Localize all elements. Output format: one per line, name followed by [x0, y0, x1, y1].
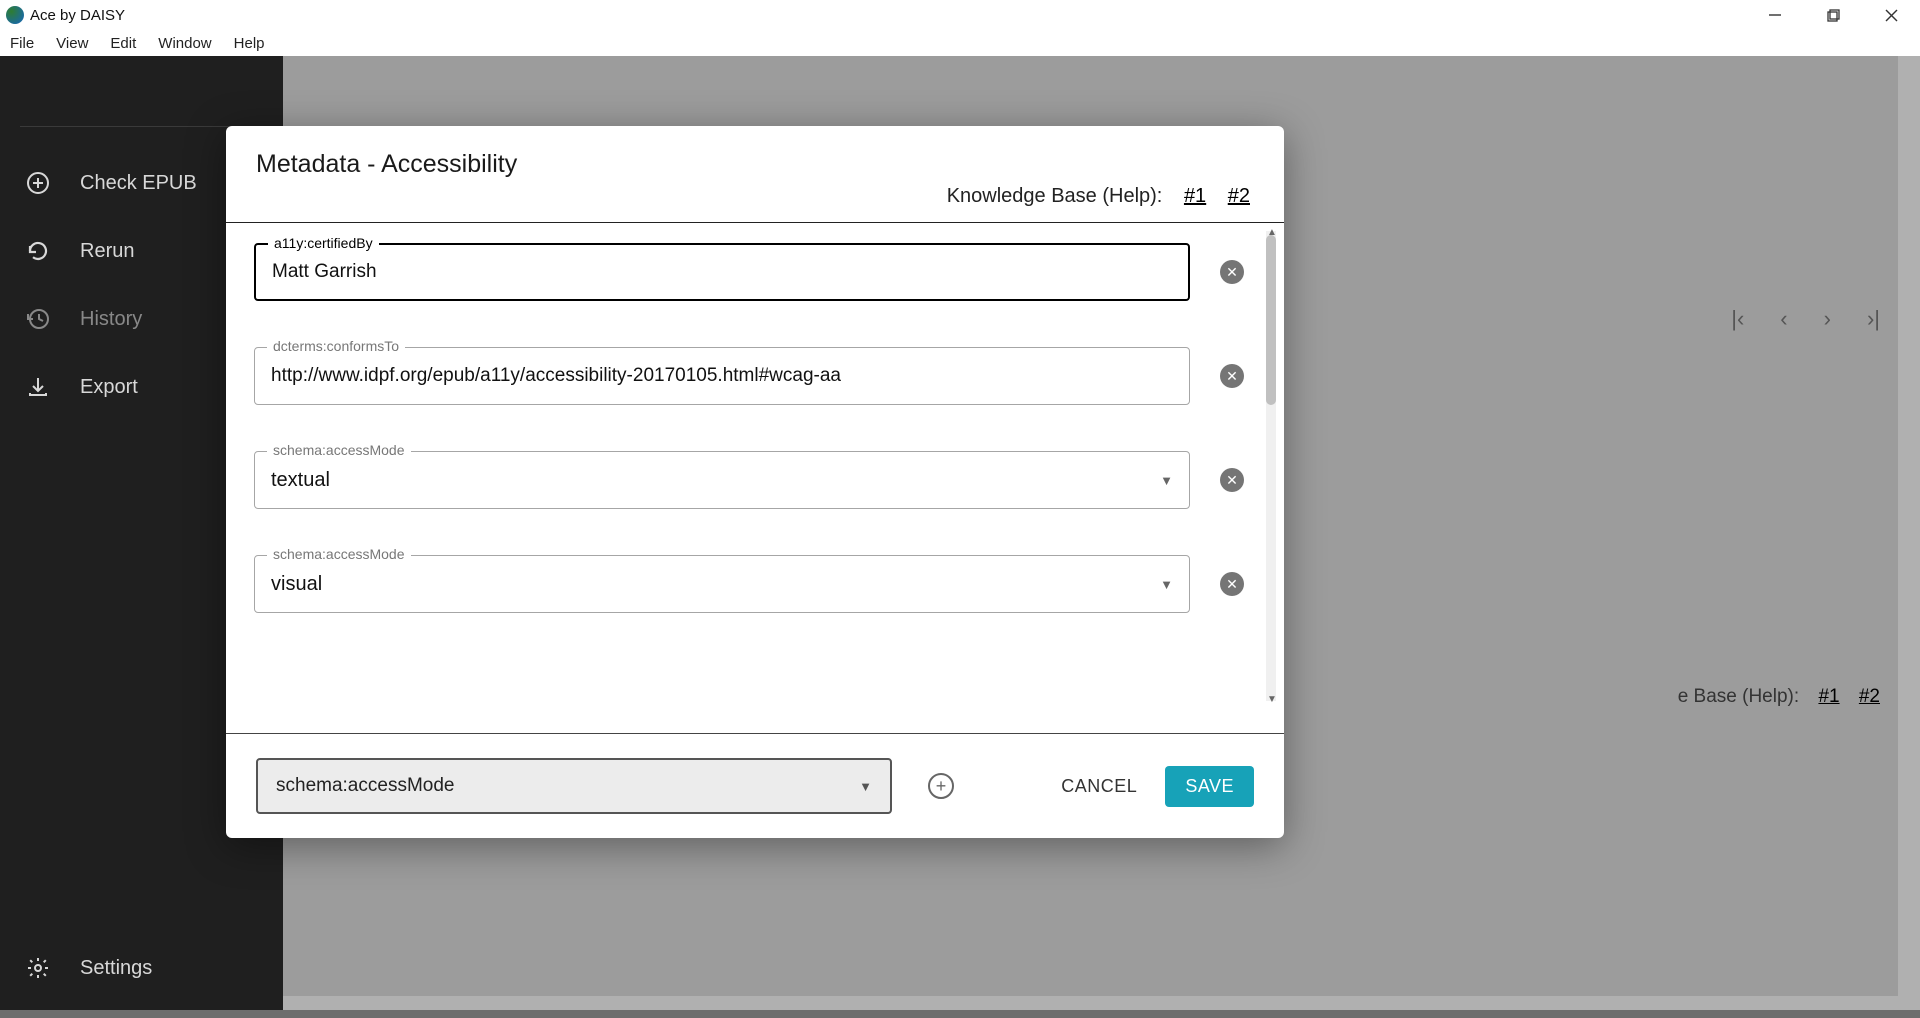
- chevron-down-icon: ▼: [859, 779, 872, 794]
- window-maximize-button[interactable]: [1804, 0, 1862, 30]
- window-titlebar: Ace by DAISY: [0, 0, 1920, 30]
- delete-field-button[interactable]: ✕: [1220, 468, 1244, 492]
- close-x-icon: ✕: [1226, 265, 1238, 279]
- add-property-select-value: schema:accessMode: [276, 775, 454, 797]
- app-logo: [6, 6, 24, 24]
- app-title: Ace by DAISY: [30, 7, 125, 24]
- field-select-value: visual: [271, 573, 1160, 596]
- field-dcterms-conformsto[interactable]: dcterms:conformsTo: [254, 347, 1190, 405]
- chevron-down-icon: ▼: [1160, 577, 1173, 592]
- close-x-icon: ✕: [1226, 577, 1238, 591]
- field-select-value: textual: [271, 469, 1160, 492]
- field-label: schema:accessMode: [267, 442, 411, 458]
- window-minimize-button[interactable]: [1746, 0, 1804, 30]
- menubar: File View Edit Window Help: [0, 30, 1920, 56]
- menu-help[interactable]: Help: [234, 35, 265, 52]
- delete-field-button[interactable]: ✕: [1220, 572, 1244, 596]
- plus-icon: +: [936, 777, 947, 795]
- delete-field-button[interactable]: ✕: [1220, 364, 1244, 388]
- field-schema-accessmode-1[interactable]: schema:accessMode textual ▼: [254, 451, 1190, 509]
- field-label: schema:accessMode: [267, 546, 411, 562]
- field-label: a11y:certifiedBy: [268, 235, 379, 251]
- cancel-button[interactable]: CANCEL: [1053, 766, 1145, 807]
- dialog-help-label: Knowledge Base (Help):: [947, 185, 1163, 207]
- dialog-help-link-1[interactable]: #1: [1184, 185, 1206, 207]
- field-input[interactable]: [272, 261, 1172, 283]
- maximize-icon: [1827, 9, 1840, 22]
- field-label: dcterms:conformsTo: [267, 338, 405, 354]
- save-button[interactable]: SAVE: [1165, 766, 1254, 807]
- menu-file[interactable]: File: [10, 35, 34, 52]
- field-input[interactable]: [271, 365, 1173, 387]
- close-x-icon: ✕: [1226, 369, 1238, 383]
- menu-view[interactable]: View: [56, 35, 88, 52]
- close-icon: [1885, 9, 1898, 22]
- add-property-select[interactable]: schema:accessMode ▼: [256, 758, 892, 814]
- field-a11y-certifiedby[interactable]: a11y:certifiedBy: [254, 243, 1190, 301]
- dialog-body-scrollbar[interactable]: ▲ ▼: [1266, 231, 1276, 701]
- dialog-help-row: Knowledge Base (Help): #1 #2: [256, 185, 1254, 208]
- dialog-help-link-2[interactable]: #2: [1228, 185, 1250, 207]
- close-x-icon: ✕: [1226, 473, 1238, 487]
- scrollbar-thumb[interactable]: [1266, 235, 1276, 405]
- window-close-button[interactable]: [1862, 0, 1920, 30]
- menu-edit[interactable]: Edit: [110, 35, 136, 52]
- field-schema-accessmode-2[interactable]: schema:accessMode visual ▼: [254, 555, 1190, 613]
- add-property-button[interactable]: +: [928, 773, 954, 799]
- menu-window[interactable]: Window: [158, 35, 211, 52]
- delete-field-button[interactable]: ✕: [1220, 260, 1244, 284]
- minimize-icon: [1768, 8, 1782, 22]
- scroll-down-icon: ▼: [1267, 694, 1277, 705]
- dialog-title: Metadata - Accessibility: [256, 150, 1254, 179]
- metadata-accessibility-dialog: Metadata - Accessibility Knowledge Base …: [226, 126, 1284, 838]
- chevron-down-icon: ▼: [1160, 473, 1173, 488]
